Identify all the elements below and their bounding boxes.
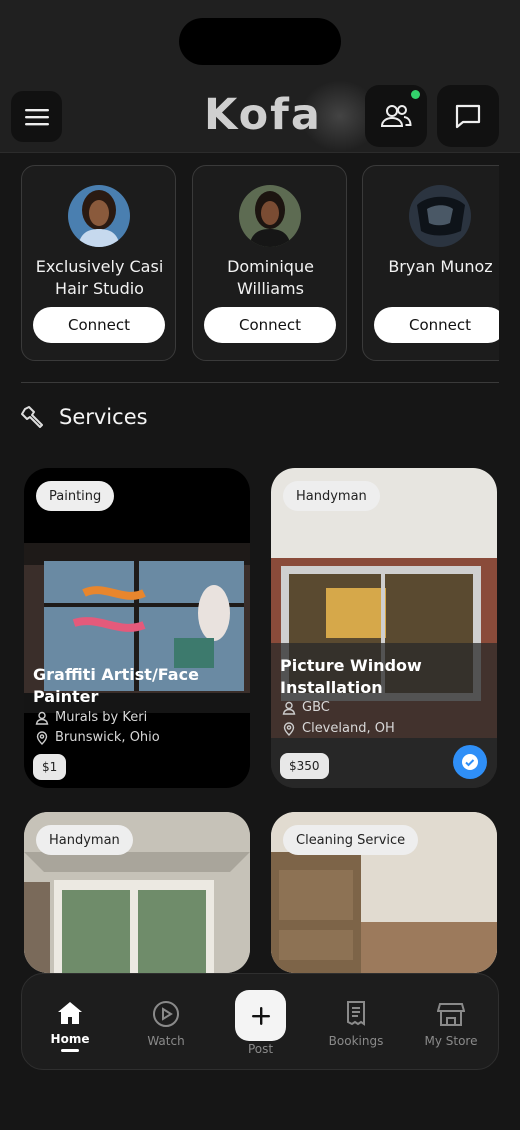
price-badge: $350 (280, 753, 329, 779)
nav-watch-label: Watch (147, 1034, 185, 1048)
service-card[interactable]: Painting Graffiti Artist/Face Painter Mu… (24, 468, 250, 788)
location-row: Cleveland, OH (282, 721, 395, 736)
connections-button[interactable] (365, 85, 427, 147)
active-indicator (61, 1049, 79, 1052)
provider-row: Murals by Keri (35, 710, 147, 725)
provider-name: Murals by Keri (55, 710, 148, 725)
nav-home-label: Home (50, 1032, 90, 1046)
play-icon (153, 1001, 179, 1027)
home-icon (58, 1002, 82, 1024)
nav-bookings[interactable]: Bookings (321, 1000, 391, 1048)
services-title: Services (59, 405, 148, 429)
location-text: Brunswick, Ohio (55, 730, 160, 745)
wrench-icon (21, 406, 43, 428)
connect-button[interactable]: Connect (374, 307, 499, 343)
checkmark-icon (462, 754, 478, 770)
person-name: Dominique Williams (227, 257, 314, 298)
nav-home[interactable]: Home (35, 1000, 105, 1052)
store-icon (437, 1003, 465, 1026)
category-tag: Handyman (36, 825, 133, 855)
service-card[interactable]: Handyman Picture Window Installation GBC… (271, 468, 497, 788)
services-header: Services (21, 404, 148, 430)
person-card[interactable]: Exclusively Casi Hair Studio Connect (21, 165, 176, 361)
device-notch (179, 18, 341, 65)
provider-name: GBC (302, 700, 330, 715)
service-card[interactable]: Handyman (24, 812, 250, 973)
post-button[interactable] (235, 990, 286, 1041)
person-card[interactable]: Dominique Williams Connect (192, 165, 347, 361)
avatar (239, 185, 301, 247)
location-pin-icon (36, 730, 48, 745)
category-tag: Cleaning Service (283, 825, 419, 855)
person-icon (282, 701, 296, 715)
price-badge: $1 (33, 754, 67, 780)
nav-my-store[interactable]: My Store (416, 1000, 486, 1048)
app-logo: Kofa (204, 90, 322, 140)
category-tag: Painting (36, 481, 115, 511)
bottom-navigation: Home Watch Post Bookings My Store (21, 973, 499, 1070)
connect-button[interactable]: Connect (33, 307, 165, 343)
nav-bookings-label: Bookings (328, 1034, 384, 1048)
verified-badge (453, 745, 487, 779)
person-name: Exclusively Casi Hair Studio (35, 257, 164, 298)
connect-button[interactable]: Connect (204, 307, 336, 343)
location-text: Cleveland, OH (302, 721, 395, 736)
person-icon (35, 711, 49, 725)
avatar (409, 185, 471, 247)
avatar (68, 185, 130, 247)
service-card[interactable]: Cleaning Service (271, 812, 497, 973)
service-title: Picture Window Installation (280, 656, 422, 697)
people-icon (380, 105, 412, 127)
nav-store-label: My Store (424, 1034, 478, 1048)
top-bar: Kofa (0, 0, 520, 153)
online-indicator (411, 90, 420, 99)
section-divider (21, 382, 499, 383)
nav-watch[interactable]: Watch (131, 1000, 201, 1048)
location-row: Brunswick, Ohio (35, 730, 160, 745)
messages-button[interactable] (437, 85, 499, 147)
service-photo (271, 468, 497, 788)
menu-button[interactable] (11, 91, 62, 142)
plus-icon (251, 1006, 270, 1025)
hamburger-icon (24, 108, 49, 125)
provider-row: GBC (282, 700, 330, 715)
location-pin-icon (283, 721, 295, 736)
service-title: Graffiti Artist/Face Painter (33, 665, 199, 706)
category-tag: Handyman (283, 481, 380, 511)
chat-icon (455, 104, 481, 129)
receipt-icon (347, 1001, 365, 1026)
people-carousel[interactable]: Exclusively Casi Hair Studio Connect Dom… (21, 165, 499, 361)
person-card[interactable]: Bryan Munoz Connect (362, 165, 499, 361)
nav-post-label: Post (247, 1042, 274, 1056)
person-name: Bryan Munoz (388, 257, 493, 276)
